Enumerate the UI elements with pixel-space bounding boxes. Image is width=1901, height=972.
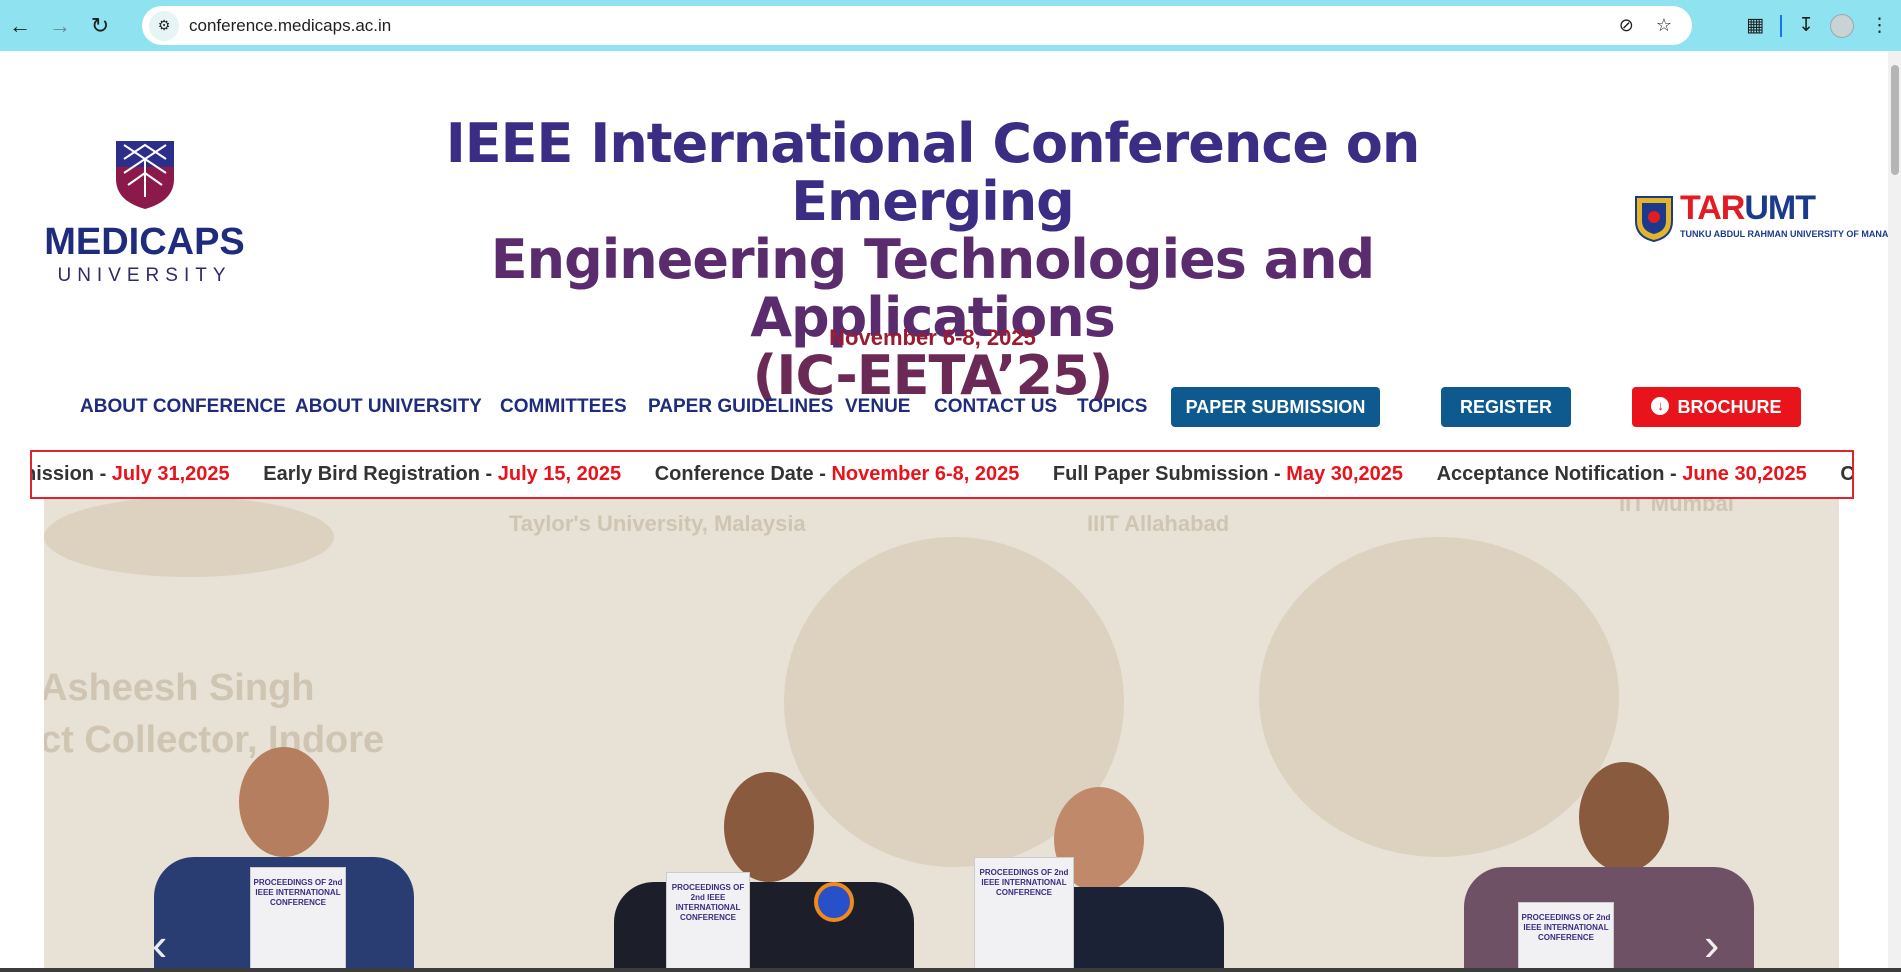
ticker-label: Acceptance Notification - xyxy=(1436,463,1683,485)
tarumt-text-umt: UMT xyxy=(1744,189,1816,227)
rosette-badge xyxy=(814,882,854,922)
background-caption: Asheesh Singh xyxy=(44,667,315,709)
nav-committees[interactable]: COMMITTEES xyxy=(500,387,627,427)
toolbar-divider xyxy=(1780,14,1783,37)
ticker-label: Conference Date - xyxy=(654,463,832,485)
nav-contact-us[interactable]: CONTACT US xyxy=(934,387,1057,427)
ticker-date: July 31,2025 xyxy=(111,463,230,485)
page-scrollbar[interactable] xyxy=(1888,51,1901,972)
ticker-item: Acceptance Notification - June 30,2025 xyxy=(1437,452,1807,497)
ticker-item: Early Bird Registration - July 15, 2025 xyxy=(263,452,621,497)
profile-avatar[interactable] xyxy=(1830,13,1854,38)
person-photo: PROCEEDINGS OF 2nd IEEE INTERNATIONAL CO… xyxy=(154,747,414,972)
scrollbar-thumb[interactable] xyxy=(1891,65,1899,175)
person-head xyxy=(239,747,329,857)
back-icon[interactable]: ← xyxy=(0,6,40,46)
carousel-prev-icon[interactable]: ‹ xyxy=(152,917,167,971)
download-circle-icon: ↓ xyxy=(1651,397,1670,416)
bottom-edge xyxy=(0,968,1901,972)
nav-about-university[interactable]: ABOUT UNIVERSITY xyxy=(295,387,482,427)
ticker-item: Camera Read xyxy=(1840,452,1854,497)
ticker-label: Camera Read xyxy=(1840,463,1854,485)
nav-venue[interactable]: VENUE xyxy=(845,387,910,427)
person-suit xyxy=(614,882,914,972)
ticker-label: Early Bird Registration - xyxy=(263,463,498,485)
medicaps-logo-subtitle: UNIVERSITY xyxy=(57,265,232,286)
brochure-button[interactable]: ↓ BROCHURE xyxy=(1632,387,1801,427)
ticker-item: Full Paper Submission - May 30,2025 xyxy=(1053,452,1403,497)
nav-topics[interactable]: TOPICS xyxy=(1077,387,1147,427)
carousel-next-icon[interactable]: › xyxy=(1704,917,1719,971)
tarumt-logo[interactable]: TARUMT TUNKU ABDUL RAHMAN UNIVERSITY OF … xyxy=(1634,189,1888,247)
ticker-label: nission - xyxy=(30,463,112,485)
conference-date: November 6-8, 2025 xyxy=(829,325,1036,350)
tab-search-icon[interactable]: ▦ xyxy=(1746,14,1764,37)
ticker-item: nission - July 31,2025 xyxy=(30,452,230,497)
background-caption: IIT Mumbai xyxy=(1619,497,1734,516)
ticker-track: nission - July 31,2025 Early Bird Regist… xyxy=(30,452,1854,497)
site-info-icon[interactable]: ⚙ xyxy=(149,10,179,41)
site-header: MEDICAPS UNIVERSITY IEEE International C… xyxy=(0,51,1888,405)
proceedings-booklet: PROCEEDINGS OF 2nd IEEE INTERNATIONAL CO… xyxy=(250,867,346,972)
proceedings-booklet: PROCEEDINGS OF 2nd IEEE INTERNATIONAL CO… xyxy=(666,872,750,972)
medicaps-logo[interactable]: MEDICAPS UNIVERSITY xyxy=(42,139,247,289)
tarumt-crest-icon xyxy=(1635,196,1673,243)
reload-icon[interactable]: ↻ xyxy=(80,6,120,46)
medicaps-shield-icon xyxy=(116,141,174,209)
browser-toolbar: ← → ↻ ⚙ conference.medicaps.ac.in ⊘ ☆ ▦ … xyxy=(0,0,1901,51)
person-head xyxy=(724,772,814,882)
person-photo: PROCEEDINGS OF 2nd IEEE INTERNATIONAL CO… xyxy=(934,787,1224,972)
main-navigation: ABOUT CONFERENCE ABOUT UNIVERSITY COMMIT… xyxy=(0,387,1888,427)
hero-carousel: Taylor's University, Malaysia IIIT Allah… xyxy=(44,497,1839,972)
ticker-label: Full Paper Submission - xyxy=(1052,463,1287,485)
web-page: MEDICAPS UNIVERSITY IEEE International C… xyxy=(0,51,1888,972)
proceedings-booklet: PROCEEDINGS OF 2nd IEEE INTERNATIONAL CO… xyxy=(1518,902,1614,972)
tarumt-logo-text: TARUMT xyxy=(1680,189,1816,228)
person-photo: PROCEEDINGS OF 2nd IEEE INTERNATIONAL CO… xyxy=(614,772,914,972)
register-button[interactable]: REGISTER xyxy=(1441,387,1571,427)
background-caption: IIIT Allahabad xyxy=(1087,511,1230,536)
paper-submission-button[interactable]: PAPER SUBMISSION xyxy=(1171,387,1380,427)
ticker-date: May 30,2025 xyxy=(1286,463,1404,485)
bookmark-star-icon[interactable]: ☆ xyxy=(1656,15,1672,36)
eye-off-icon[interactable]: ⊘ xyxy=(1619,15,1634,36)
tarumt-text-tar: TAR xyxy=(1680,189,1745,227)
nav-about-conference[interactable]: ABOUT CONFERENCE xyxy=(80,387,286,427)
ticker-date: July 15, 2025 xyxy=(497,463,622,485)
background-caption: Taylor's University, Malaysia xyxy=(509,511,806,536)
download-icon[interactable]: ↧ xyxy=(1798,14,1814,37)
background-portrait-circle xyxy=(44,497,334,577)
proceedings-booklet: PROCEEDINGS OF 2nd IEEE INTERNATIONAL CO… xyxy=(974,857,1074,972)
title-line-1: IEEE International Conference on Emergin… xyxy=(445,112,1421,233)
medicaps-logo-text: MEDICAPS xyxy=(44,221,245,263)
person-head xyxy=(1579,762,1669,872)
menu-kebab-icon[interactable]: ⋮ xyxy=(1870,14,1889,37)
url-text[interactable]: conference.medicaps.ac.in xyxy=(189,16,391,36)
forward-icon[interactable]: → xyxy=(40,6,80,46)
ticker-date: November 6-8, 2025 xyxy=(831,463,1020,485)
important-dates-ticker: nission - July 31,2025 Early Bird Regist… xyxy=(30,450,1854,499)
nav-paper-guidelines[interactable]: PAPER GUIDELINES xyxy=(648,387,833,427)
ticker-date: June 30,2025 xyxy=(1682,463,1807,485)
brochure-label: BROCHURE xyxy=(1677,397,1782,417)
address-bar[interactable]: ⚙ conference.medicaps.ac.in ⊘ ☆ xyxy=(142,6,1692,45)
tarumt-logo-subtitle: TUNKU ABDUL RAHMAN UNIVERSITY OF MANAGEM… xyxy=(1680,229,1888,239)
ticker-item: Conference Date - November 6-8, 2025 xyxy=(655,452,1020,497)
page-title: IEEE International Conference on Emergin… xyxy=(300,115,1565,405)
